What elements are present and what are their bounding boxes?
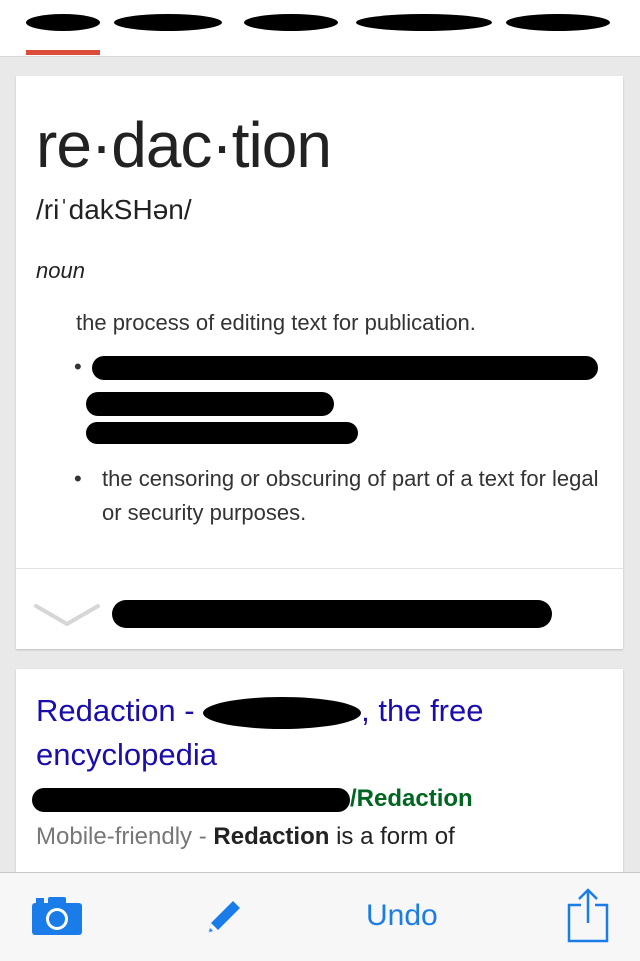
share-button[interactable]: [566, 887, 612, 950]
redacted-definition-line: [86, 422, 358, 444]
bullet-icon: •: [74, 466, 82, 491]
snippet-bold-term: Redaction: [213, 823, 330, 850]
snippet-text: is a form of: [329, 823, 455, 850]
redacted-tab-label: [114, 14, 222, 31]
redacted-expand-label: [112, 600, 552, 628]
definition-2: the censoring or obscuring of part of a …: [102, 466, 599, 525]
tab-more[interactable]: [504, 0, 612, 56]
chevron-down-icon: [34, 604, 100, 626]
result-url[interactable]: /Redaction: [32, 785, 473, 813]
bullet-icon: •: [74, 354, 82, 379]
tab-videos[interactable]: [242, 0, 340, 56]
redacted-tab-label: [356, 14, 492, 31]
redacted-url-domain: [32, 787, 350, 812]
result-title-link[interactable]: Redaction - , the free encyclopedia: [36, 689, 606, 777]
card-divider: [16, 568, 623, 569]
redacted-tab-label: [26, 14, 100, 31]
show-more-definitions[interactable]: [34, 596, 594, 636]
share-icon: [567, 888, 609, 943]
camera-icon: [32, 897, 82, 935]
mobile-friendly-label: Mobile-friendly -: [36, 823, 214, 850]
phonetic-spelling: /riˈdakSHən/: [36, 194, 192, 225]
result-snippet: Mobile-friendly - Redaction is a form of: [36, 823, 616, 851]
part-of-speech: noun: [36, 258, 85, 283]
redacted-definition-line: [86, 392, 334, 416]
tab-shopping[interactable]: [354, 0, 494, 56]
active-tab-indicator: [26, 50, 100, 55]
camera-button[interactable]: [30, 895, 84, 942]
redacted-definition-line: [92, 356, 598, 380]
tab-bar: [0, 0, 640, 57]
edit-button[interactable]: [200, 893, 248, 946]
undo-button[interactable]: Undo: [366, 899, 438, 933]
bottom-toolbar: Undo: [0, 872, 640, 961]
definition-main: the process of editing text for publicat…: [76, 310, 476, 335]
redacted-site-name: [203, 696, 362, 729]
redacted-tab-label: [244, 14, 338, 31]
dictionary-word: re·dac·tion: [36, 109, 332, 181]
result-url-suffix: /Redaction: [350, 785, 473, 812]
pencil-icon: [208, 901, 240, 933]
tab-images[interactable]: [112, 0, 222, 56]
dictionary-card: re·dac·tion /riˈdakSHən/ noun the proces…: [16, 76, 623, 649]
result-title-prefix: Redaction -: [36, 693, 204, 728]
tab-all[interactable]: [20, 0, 102, 56]
redacted-tab-label: [506, 14, 610, 31]
